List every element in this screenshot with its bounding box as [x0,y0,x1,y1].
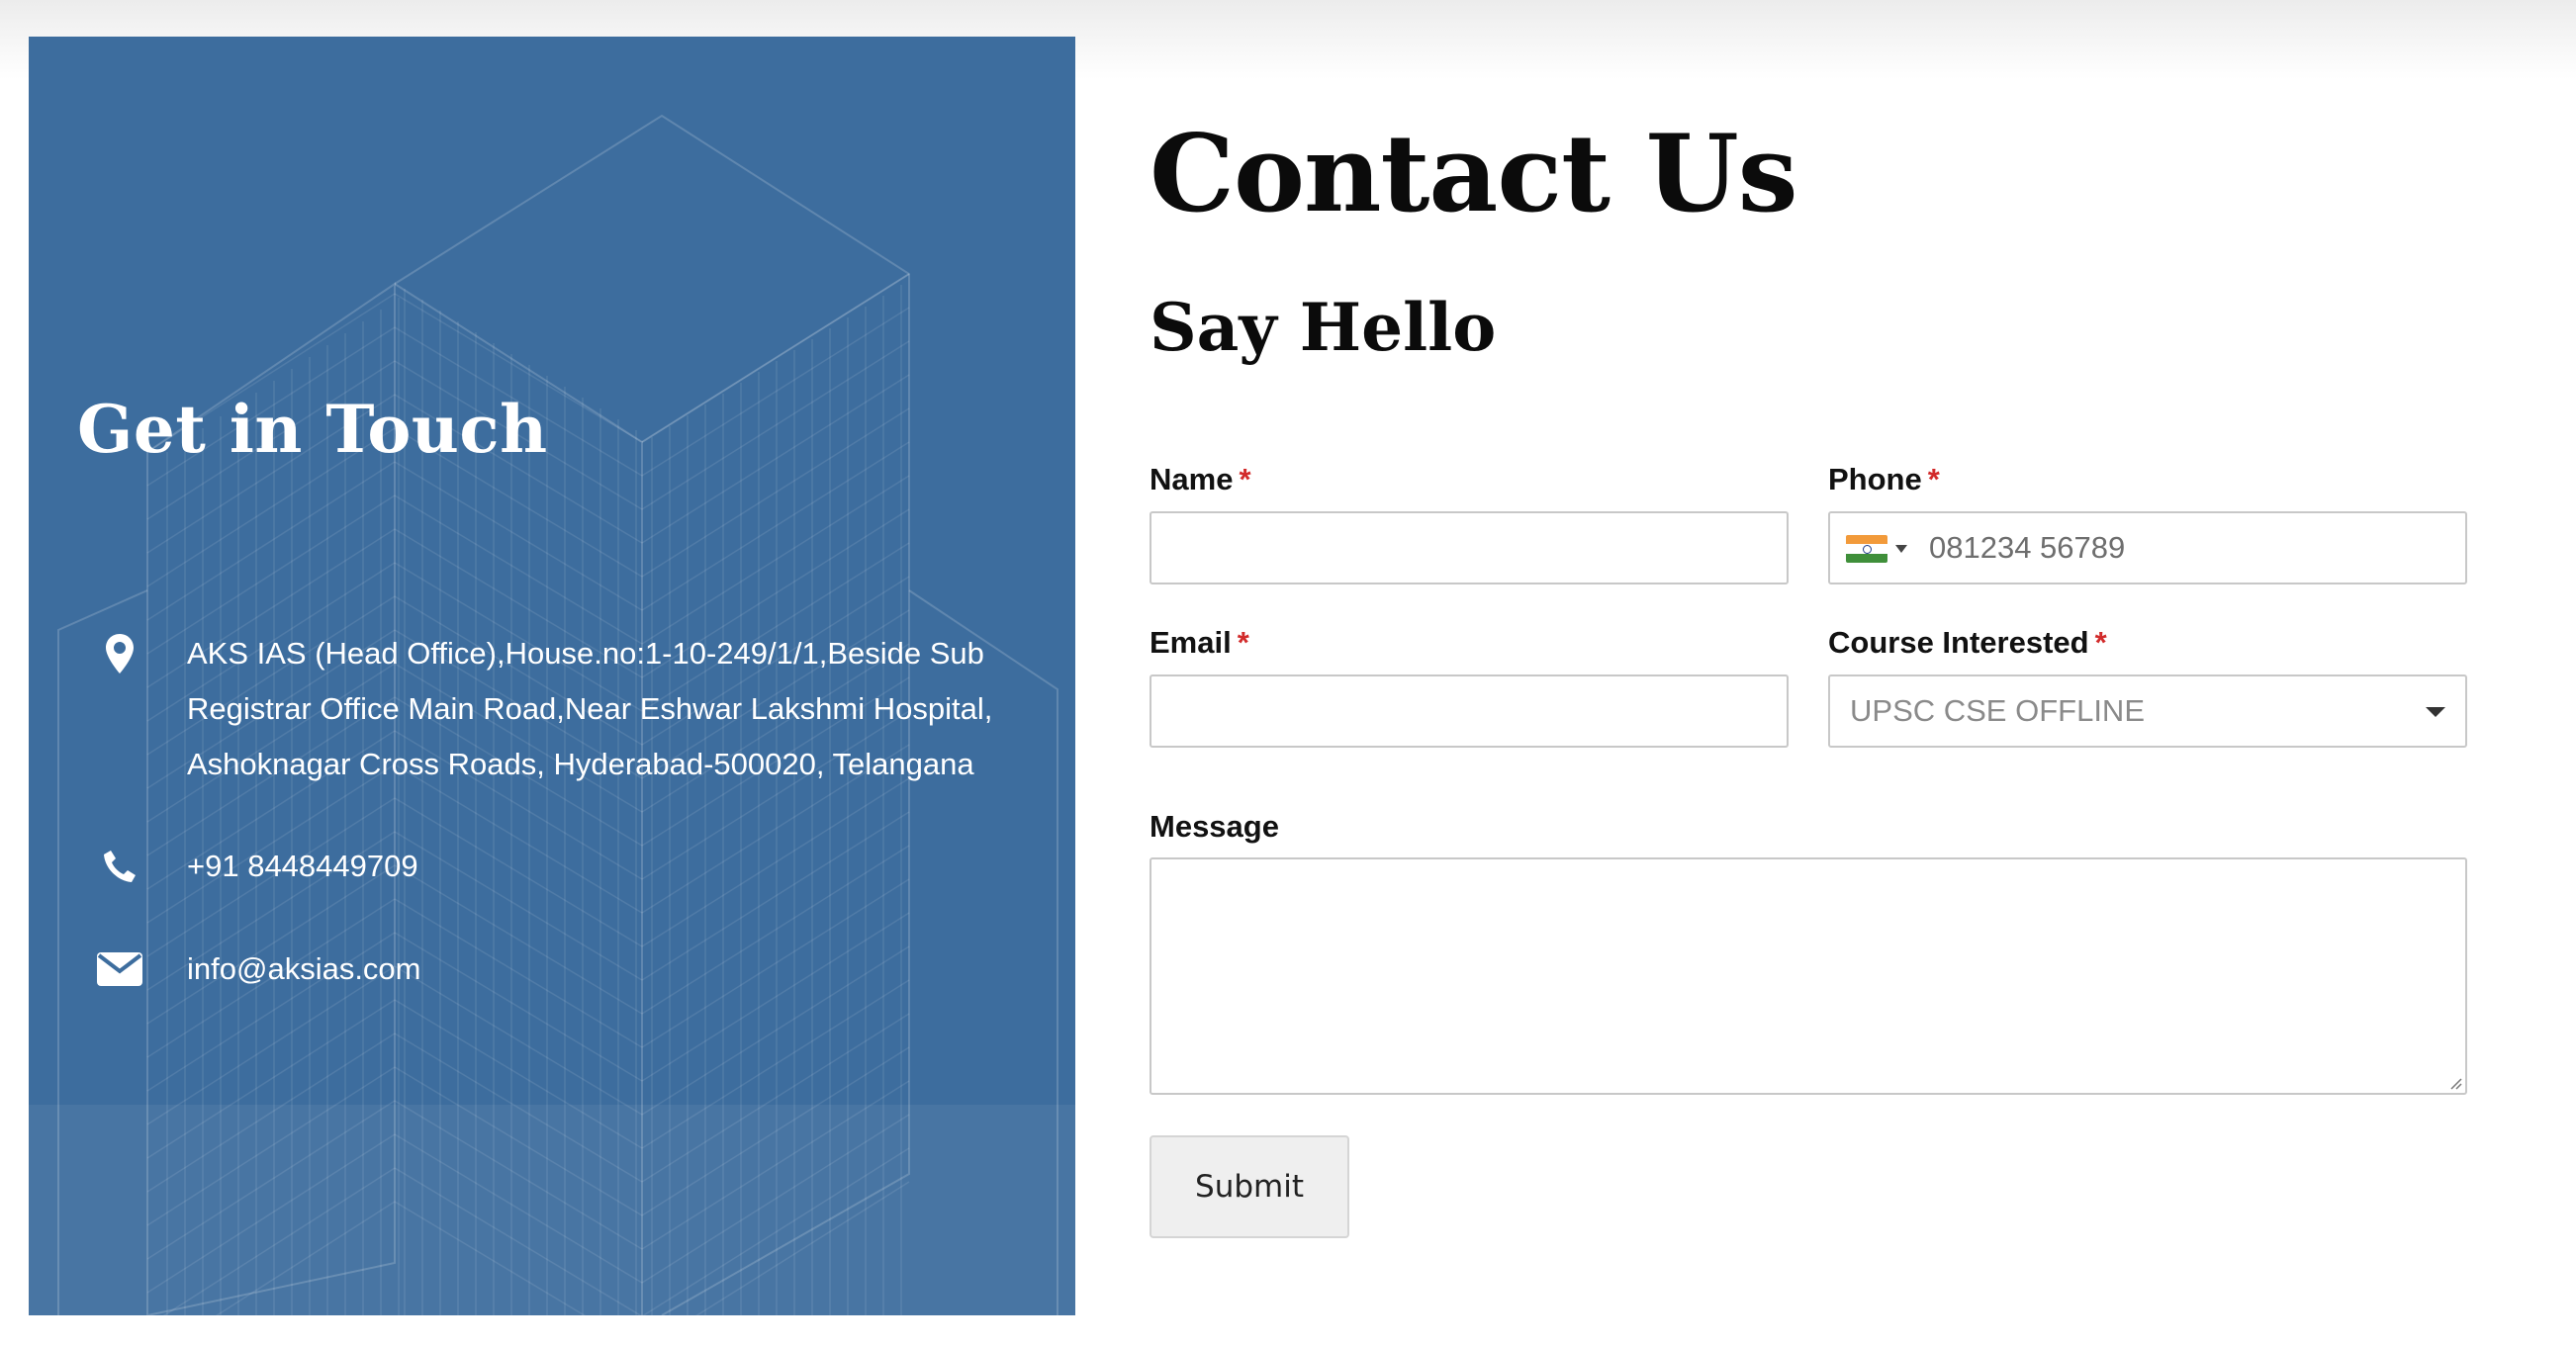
country-dropdown-caret-icon[interactable] [1895,545,1907,553]
india-flag-icon[interactable] [1846,535,1887,563]
address-line: Registrar Office Main Road,Near Eshwar L… [187,691,993,726]
email-address: info@aksias.com [187,951,421,986]
phone-input[interactable] [1830,513,2465,583]
course-label: Course Interested * [1828,625,2107,661]
phone-number: +91 8448449709 [187,849,418,883]
email-label-text: Email [1150,625,1232,660]
name-field[interactable] [1150,511,1789,584]
phone-icon [88,839,151,894]
address-row: AKS IAS (Head Office),House.no:1-10-249/… [29,626,1075,804]
phone-field[interactable] [1828,511,2467,584]
message-label: Message [1150,809,1279,845]
envelope-icon [88,942,151,997]
address-line: AKS IAS (Head Office),House.no:1-10-249/… [187,636,984,671]
required-marker: * [1239,462,1251,496]
email-label: Email * [1150,625,1249,661]
phone-label: Phone * [1828,462,1940,497]
message-label-text: Message [1150,809,1279,844]
submit-button[interactable]: Submit [1150,1135,1349,1238]
map-pin-icon [88,626,151,681]
email-row: info@aksias.com [29,942,1075,997]
email-field[interactable] [1150,674,1789,748]
get-in-touch-heading: Get in Touch [77,391,548,468]
name-label-text: Name [1150,462,1234,496]
get-in-touch-panel: Get in Touch AKS IAS (Head Office),House… [29,37,1075,1315]
email-input[interactable] [1151,676,1787,746]
page-title: Contact Us [1150,112,1798,236]
course-label-text: Course Interested [1828,625,2089,660]
phone-row: +91 8448449709 [29,839,1075,894]
phone-label-text: Phone [1828,462,1922,496]
name-label: Name * [1150,462,1251,497]
chevron-down-icon [2426,707,2445,717]
form-subtitle: Say Hello [1150,289,1497,366]
required-marker: * [2094,625,2107,660]
address-line: Ashoknagar Cross Roads, Hyderabad-500020… [187,747,974,781]
resize-handle-icon[interactable] [2446,1074,2462,1090]
message-textarea[interactable] [1151,859,2465,1093]
required-marker: * [1237,625,1249,660]
name-input[interactable] [1151,513,1787,583]
course-select[interactable]: UPSC CSE OFFLINE [1828,674,2467,748]
required-marker: * [1927,462,1940,496]
course-selected-value: UPSC CSE OFFLINE [1850,693,2145,728]
address-text: AKS IAS (Head Office),House.no:1-10-249/… [187,626,1048,792]
message-field[interactable] [1150,857,2467,1095]
